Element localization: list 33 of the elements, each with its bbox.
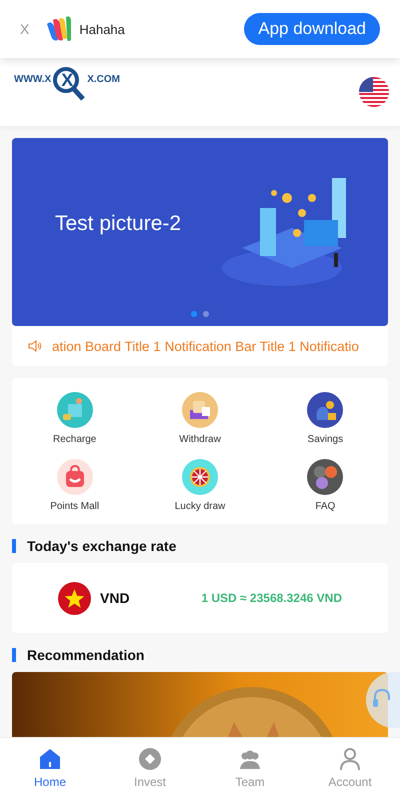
shopping-bag-icon: [56, 459, 93, 495]
person-icon: [338, 747, 362, 771]
home-icon: [38, 747, 62, 771]
app-download-button[interactable]: App download: [244, 13, 380, 45]
section-title: Recommendation: [27, 647, 144, 663]
shortcut-button[interactable]: Withdraw: [137, 392, 263, 445]
app-name: Hahaha: [79, 22, 126, 36]
section-title: Today's exchange rate: [27, 538, 176, 554]
prize-wheel-icon: [182, 459, 218, 495]
shortcut-button[interactable]: FAQ: [262, 459, 388, 512]
flag-icon: [58, 582, 91, 614]
coin-icon: [138, 747, 162, 771]
shortcut-button[interactable]: Lucky draw: [137, 459, 263, 512]
speech-bubbles-icon: [307, 459, 344, 495]
carousel-dot[interactable]: [203, 311, 209, 317]
cash-box-icon: [56, 392, 93, 428]
shortcut-button[interactable]: Recharge: [12, 392, 138, 445]
shortcut-button[interactable]: Savings: [262, 392, 388, 445]
wallet-icon: [182, 392, 218, 428]
nav-tab[interactable]: Home: [0, 738, 100, 798]
logo-text: WWW.X: [14, 74, 52, 85]
logo-letter: X: [61, 70, 74, 91]
shortcut-button[interactable]: Points Mall: [12, 459, 138, 512]
money-bag-icon: [307, 392, 344, 428]
currency-code: VND: [100, 590, 131, 606]
logo-text: X.COM: [87, 74, 120, 85]
notification-text: ation Board Title 1 Notification Bar Title 1 Notificatio: [52, 338, 359, 354]
magnifier-icon: [52, 67, 86, 103]
speaker-icon: [28, 339, 42, 353]
headset-icon: [372, 688, 392, 710]
banner-caption: Test picture-2: [55, 212, 182, 236]
flag-icon[interactable]: [359, 77, 389, 107]
exchange-rate: 1 USD ≈ 23568.3246 VND: [201, 591, 342, 605]
